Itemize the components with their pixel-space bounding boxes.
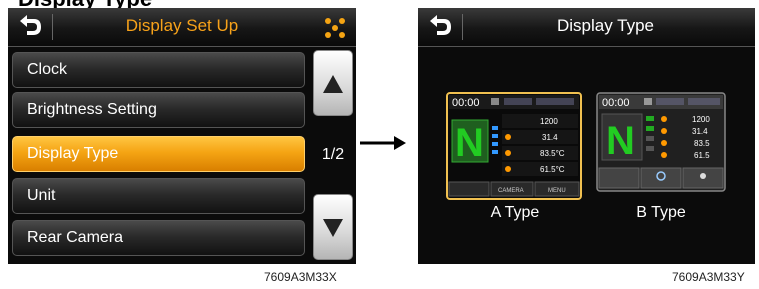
display-type-screen: Display Type 00:00 N 1200 31.4 83.5°C 61… [418, 8, 755, 264]
a-clock: 00:00 [452, 97, 480, 109]
header-divider [52, 14, 53, 40]
page-indicator: 1/2 [321, 146, 345, 163]
header-bar: Display Set Up [8, 8, 356, 47]
figure-caption-left: 7609A3M33X [264, 270, 337, 284]
header-bar: Display Type [418, 8, 755, 47]
a-type-preview[interactable]: 00:00 N 1200 31.4 83.5°C 61.5°C CAMERA M… [446, 92, 582, 200]
a-value-2: 31.4 [542, 133, 558, 142]
header-divider [462, 14, 463, 40]
b-type-label[interactable]: B Type [596, 204, 726, 222]
triangle-down-icon [323, 219, 343, 237]
back-arrow-icon [20, 15, 41, 35]
a-type-label[interactable]: A Type [450, 204, 580, 222]
screen-title: Display Set Up [125, 16, 239, 35]
back-button[interactable] [8, 8, 50, 46]
b-value-3: 83.5 [694, 139, 710, 148]
b-value-4: 61.5 [694, 151, 710, 160]
a-footer-menu: MENU [548, 188, 566, 194]
a-gear: N [455, 121, 484, 165]
menu-item-brightness-setting[interactable]: Brightness Setting [12, 92, 305, 128]
display-setup-screen: Display Set Up Clock Brightness Setting … [8, 8, 356, 264]
triangle-up-icon [323, 75, 343, 93]
menu-item-display-type[interactable]: Display Type [12, 136, 305, 172]
b-type-preview[interactable]: 00:00 N 1200 31.4 83.5 61.5 [596, 92, 726, 192]
scroll-down-button[interactable] [313, 194, 353, 260]
right-arrow-icon [360, 136, 406, 150]
menu-item-rear-camera[interactable]: Rear Camera [12, 220, 305, 256]
figure-caption-right: 7609A3M33Y [672, 270, 745, 284]
scroll-up-button[interactable] [313, 50, 353, 116]
b-value-2: 31.4 [692, 127, 708, 136]
screen-title: Display Type [556, 16, 654, 35]
menu-item-unit[interactable]: Unit [12, 178, 305, 214]
a-value-4: 61.5°C [540, 165, 565, 174]
b-value-1: 1200 [692, 115, 710, 124]
a-footer-camera: CAMERA [498, 188, 524, 194]
a-value-1: 1200 [540, 117, 558, 126]
dots-icon[interactable] [322, 15, 348, 41]
back-button[interactable] [418, 8, 460, 46]
menu-item-clock[interactable]: Clock [12, 52, 305, 88]
back-arrow-icon [430, 15, 451, 35]
a-value-3: 83.5°C [540, 149, 565, 158]
b-gear: N [606, 119, 635, 163]
b-clock: 00:00 [602, 97, 630, 109]
